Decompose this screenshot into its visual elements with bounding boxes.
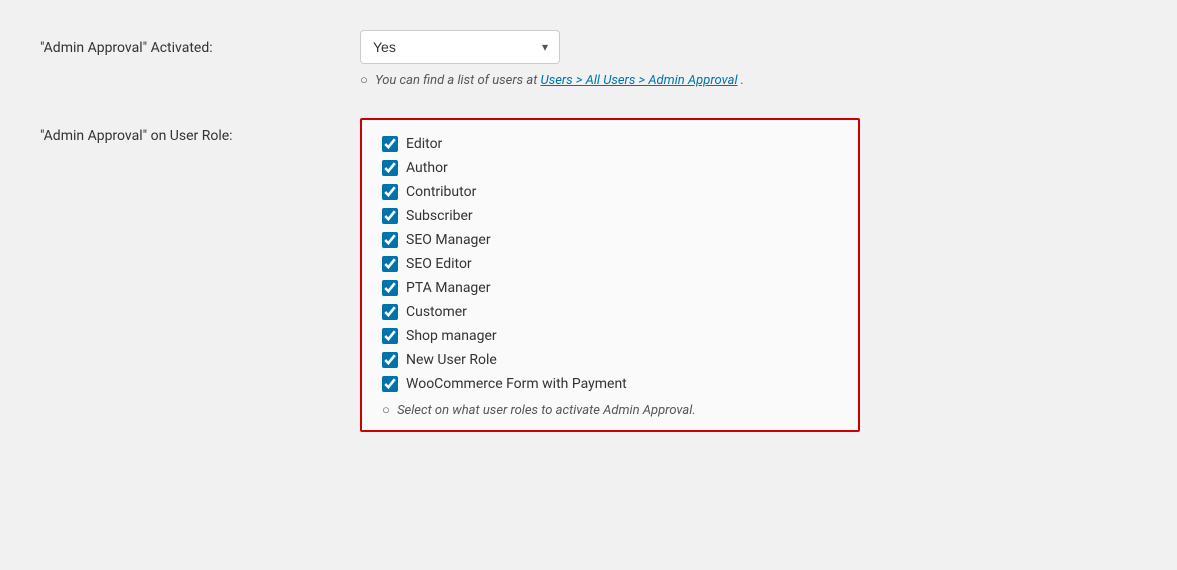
checkbox-hint-text: Select on what user roles to activate Ad…: [397, 403, 696, 418]
contributor-label[interactable]: Contributor: [406, 184, 476, 200]
shop-manager-label[interactable]: Shop manager: [406, 328, 497, 344]
checkbox-hint-bullet-icon: ○: [382, 402, 390, 418]
list-item: SEO Editor: [382, 256, 838, 272]
user-role-row: "Admin Approval" on User Role: Editor Au…: [40, 118, 1137, 432]
users-link[interactable]: Users > All Users > Admin Approval: [541, 73, 738, 88]
admin-approval-activated-label: "Admin Approval" Activated:: [40, 30, 360, 56]
list-item: New User Role: [382, 352, 838, 368]
seo-manager-label[interactable]: SEO Manager: [406, 232, 491, 248]
admin-approval-activated-control: Yes No ▾ ○ You can find a list of users …: [360, 30, 1137, 88]
admin-approval-dropdown[interactable]: Yes No: [360, 30, 560, 64]
user-role-label: "Admin Approval" on User Role:: [40, 118, 360, 144]
admin-approval-activated-row: "Admin Approval" Activated: Yes No ▾ ○ Y…: [40, 30, 1137, 88]
list-item: Shop manager: [382, 328, 838, 344]
list-item: Author: [382, 160, 838, 176]
admin-approval-hint: ○ You can find a list of users at Users …: [360, 72, 1137, 88]
hint-bullet-icon: ○: [360, 72, 368, 88]
seo-editor-label[interactable]: SEO Editor: [406, 256, 472, 272]
user-role-control: Editor Author Contributor Subscriber SEO: [360, 118, 1137, 432]
pta-manager-checkbox[interactable]: [382, 280, 398, 296]
list-item: PTA Manager: [382, 280, 838, 296]
woocommerce-form-checkbox[interactable]: [382, 376, 398, 392]
admin-approval-dropdown-wrapper: Yes No ▾: [360, 30, 560, 64]
checkbox-container: Editor Author Contributor Subscriber SEO: [360, 118, 860, 432]
list-item: Contributor: [382, 184, 838, 200]
list-item: SEO Manager: [382, 232, 838, 248]
editor-checkbox[interactable]: [382, 136, 398, 152]
contributor-checkbox[interactable]: [382, 184, 398, 200]
new-user-role-label[interactable]: New User Role: [406, 352, 497, 368]
editor-label[interactable]: Editor: [406, 136, 442, 152]
customer-checkbox[interactable]: [382, 304, 398, 320]
subscriber-label[interactable]: Subscriber: [406, 208, 473, 224]
woocommerce-form-label[interactable]: WooCommerce Form with Payment: [406, 376, 627, 392]
customer-label[interactable]: Customer: [406, 304, 467, 320]
pta-manager-label[interactable]: PTA Manager: [406, 280, 490, 296]
subscriber-checkbox[interactable]: [382, 208, 398, 224]
author-checkbox[interactable]: [382, 160, 398, 176]
list-item: WooCommerce Form with Payment: [382, 376, 838, 392]
new-user-role-checkbox[interactable]: [382, 352, 398, 368]
list-item: Customer: [382, 304, 838, 320]
shop-manager-checkbox[interactable]: [382, 328, 398, 344]
seo-editor-checkbox[interactable]: [382, 256, 398, 272]
hint-text-prefix: You can find a list of users at: [375, 73, 540, 88]
list-item: Editor: [382, 136, 838, 152]
list-item: Subscriber: [382, 208, 838, 224]
author-label[interactable]: Author: [406, 160, 448, 176]
checkbox-hint: ○ Select on what user roles to activate …: [382, 402, 838, 418]
hint-text-suffix: .: [741, 73, 744, 88]
seo-manager-checkbox[interactable]: [382, 232, 398, 248]
